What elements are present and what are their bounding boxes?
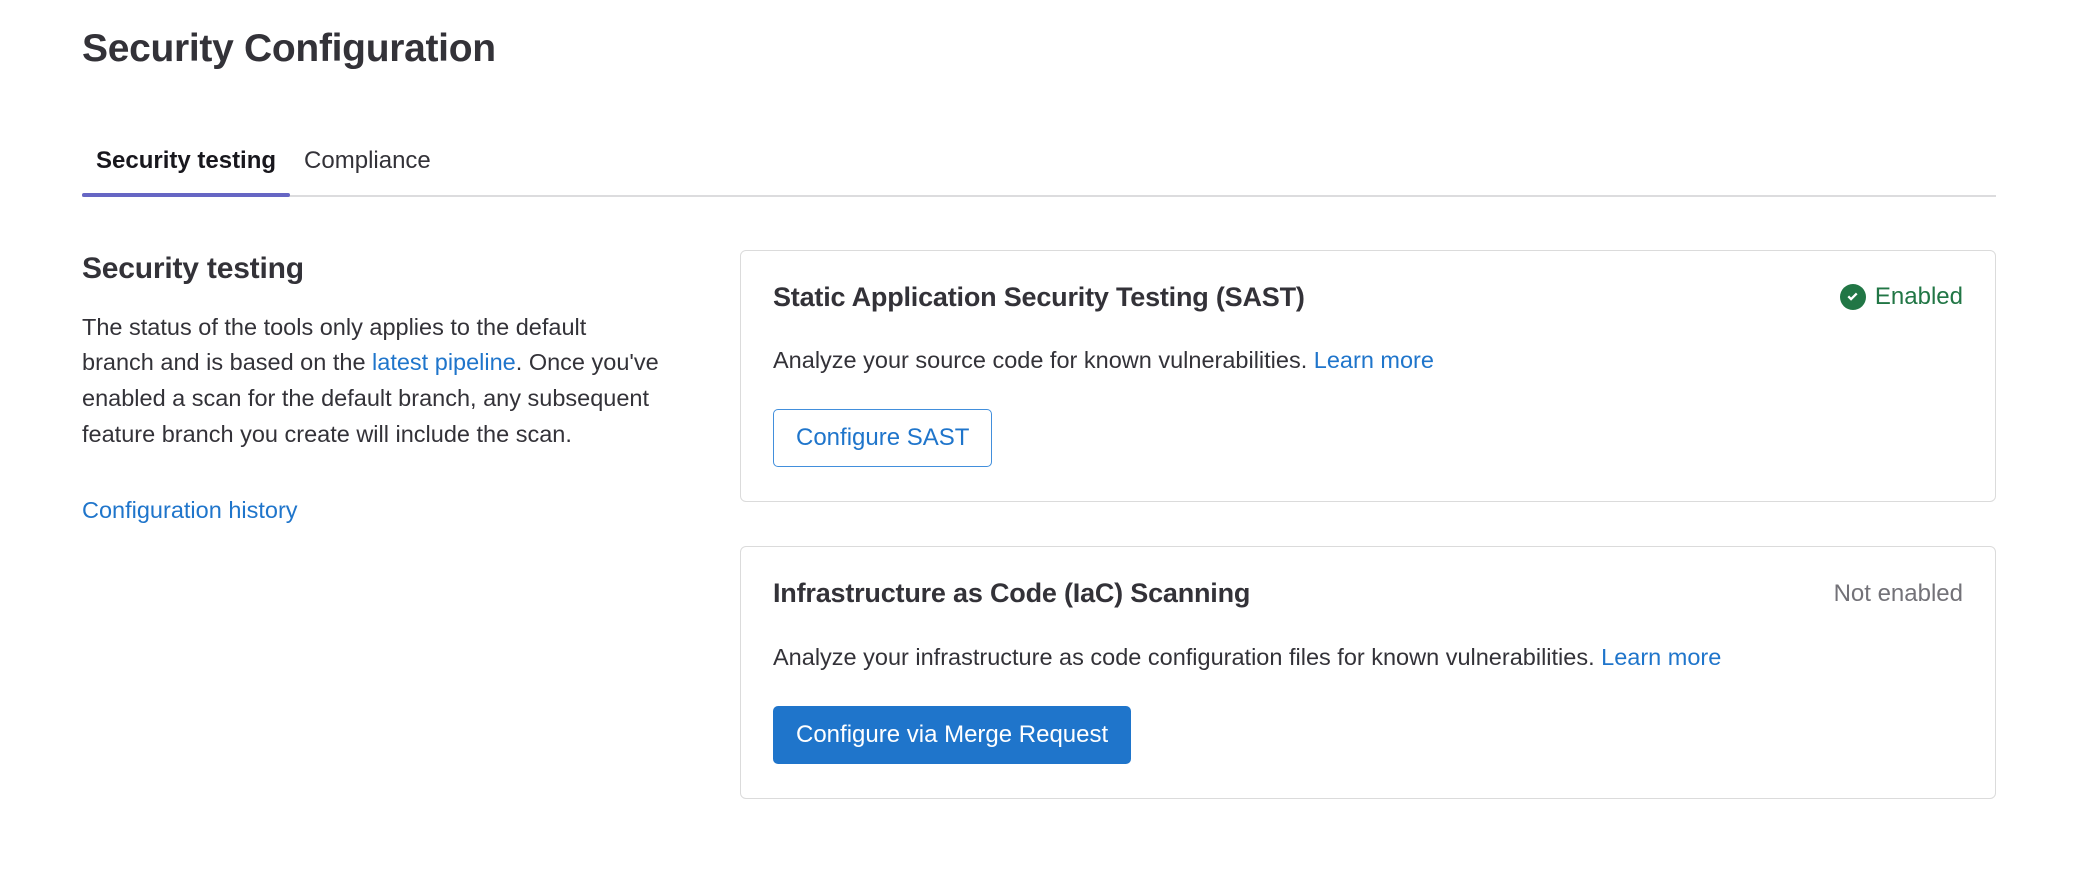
sast-status-badge: Enabled — [1839, 283, 1963, 311]
configure-sast-button[interactable]: Configure SAST — [773, 409, 993, 468]
iac-status-badge: Not enabled — [1834, 580, 1963, 608]
sast-description-text: Analyze your source code for known vulne… — [773, 347, 1314, 374]
security-configuration-page: Security Configuration Security testing … — [0, 0, 2098, 878]
sast-status-label: Enabled — [1874, 283, 1963, 311]
tab-compliance[interactable]: Compliance — [290, 147, 445, 197]
page-title: Security Configuration — [82, 27, 496, 70]
iac-card-actions: Configure via Merge Request — [773, 705, 1963, 764]
iac-card-title: Infrastructure as Code (IaC) Scanning — [773, 578, 1251, 609]
iac-card-header: Infrastructure as Code (IaC) Scanning No… — [773, 577, 1963, 609]
tab-compliance-label: Compliance — [304, 147, 431, 174]
iac-description-text: Analyze your infrastructure as code conf… — [773, 643, 1602, 670]
configuration-history-block: Configuration history — [82, 493, 682, 528]
latest-pipeline-link[interactable]: latest pipeline — [372, 349, 516, 375]
sast-card-header: Static Application Security Testing (SAS… — [773, 281, 1963, 313]
sast-card-title: Static Application Security Testing (SAS… — [773, 282, 1305, 312]
sast-card: Static Application Security Testing (SAS… — [740, 250, 1996, 503]
tab-bar: Security testing Compliance — [82, 125, 1996, 205]
iac-learn-more-link[interactable]: Learn more — [1601, 644, 1721, 670]
configure-via-merge-request-button[interactable]: Configure via Merge Request — [773, 705, 1132, 764]
section-heading: Security testing — [82, 252, 304, 285]
configuration-history-link[interactable]: Configuration history — [82, 497, 298, 523]
check-circle-icon — [1839, 284, 1866, 311]
tab-security-testing-label: Security testing — [96, 147, 277, 174]
security-tools-list: Static Application Security Testing (SAS… — [740, 250, 1996, 799]
iac-status-label: Not enabled — [1833, 579, 1963, 607]
iac-scanning-card: Infrastructure as Code (IaC) Scanning No… — [740, 546, 1996, 799]
sast-card-description: Analyze your source code for known vulne… — [773, 343, 1963, 377]
sast-learn-more-link[interactable]: Learn more — [1314, 347, 1434, 373]
section-description: The status of the tools only applies to … — [82, 310, 662, 454]
iac-card-description: Analyze your infrastructure as code conf… — [773, 640, 1963, 674]
security-testing-info-column: Security testing The status of the tools… — [82, 250, 682, 529]
tab-security-testing[interactable]: Security testing — [82, 147, 291, 197]
sast-card-actions: Configure SAST — [773, 409, 1963, 468]
tab-bar-divider — [82, 195, 1996, 197]
